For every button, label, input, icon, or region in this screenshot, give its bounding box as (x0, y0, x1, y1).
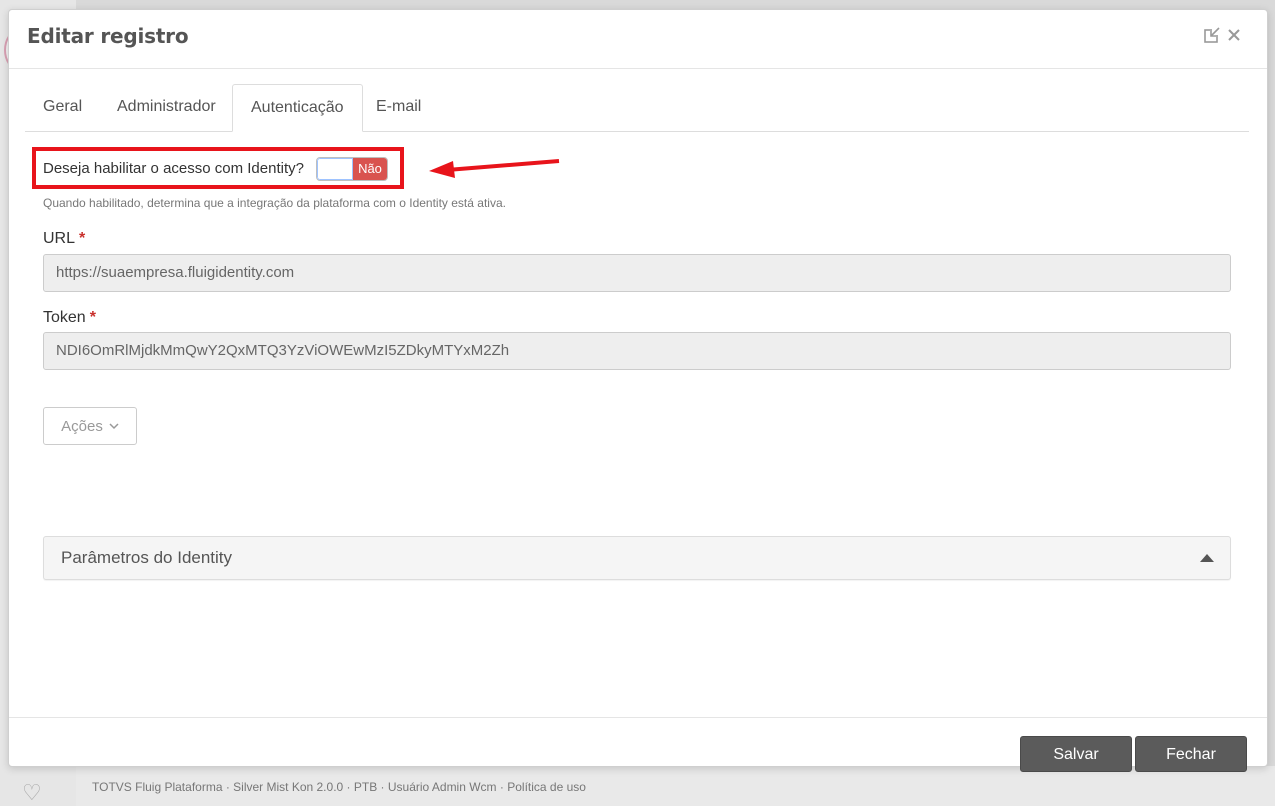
identity-toggle-help: Quando habilitado, determina que a integ… (43, 196, 506, 210)
modal-title: Editar registro (27, 24, 189, 48)
modal-footer: Salvar Fechar (9, 717, 1267, 772)
close-icon[interactable] (1225, 26, 1243, 44)
tab-email[interactable]: E-mail (358, 84, 439, 130)
toggle-state-label: Não (353, 158, 387, 180)
url-label-text: URL (43, 230, 76, 247)
actions-button-label: Ações (61, 417, 103, 435)
caret-up-icon[interactable] (1200, 554, 1214, 562)
required-mark: * (89, 309, 96, 326)
required-mark: * (79, 230, 86, 247)
actions-button[interactable]: Ações (43, 407, 137, 445)
toggle-knob (317, 158, 354, 180)
url-input[interactable]: https://suaempresa.fluigidentity.com (43, 254, 1231, 292)
save-button[interactable]: Salvar (1020, 736, 1132, 772)
heart-icon: ♡ (22, 780, 42, 805)
token-label: Token * (43, 309, 96, 327)
identity-toggle-label: Deseja habilitar o acesso com Identity? (43, 160, 304, 177)
minimize-icon[interactable] (1203, 26, 1221, 44)
chevron-down-icon (109, 423, 119, 430)
annotation-arrow-icon (429, 159, 560, 178)
tab-autenticacao[interactable]: Autenticação (232, 84, 363, 132)
url-label: URL * (43, 230, 85, 248)
token-input[interactable]: NDI6OmRlMjdkMmQwY2QxMTQ3YzViOWEwMzI5ZDky… (43, 332, 1231, 370)
header-icons (1203, 26, 1243, 44)
close-button[interactable]: Fechar (1135, 736, 1247, 772)
identity-toggle[interactable]: Não (316, 157, 388, 181)
tab-geral[interactable]: Geral (25, 84, 100, 130)
token-label-text: Token (43, 309, 86, 326)
tab-administrador[interactable]: Administrador (99, 84, 234, 130)
background-footer-text: TOTVS Fluig Plataforma · Silver Mist Kon… (92, 780, 586, 794)
modal-header: Editar registro (9, 10, 1267, 69)
edit-record-modal: Editar registro Geral Administrador Aute… (8, 9, 1268, 772)
identity-params-panel[interactable]: Parâmetros do Identity (43, 536, 1231, 580)
panel-title: Parâmetros do Identity (61, 548, 233, 567)
tab-bar: Geral Administrador Autenticação E-mail (25, 84, 1249, 132)
